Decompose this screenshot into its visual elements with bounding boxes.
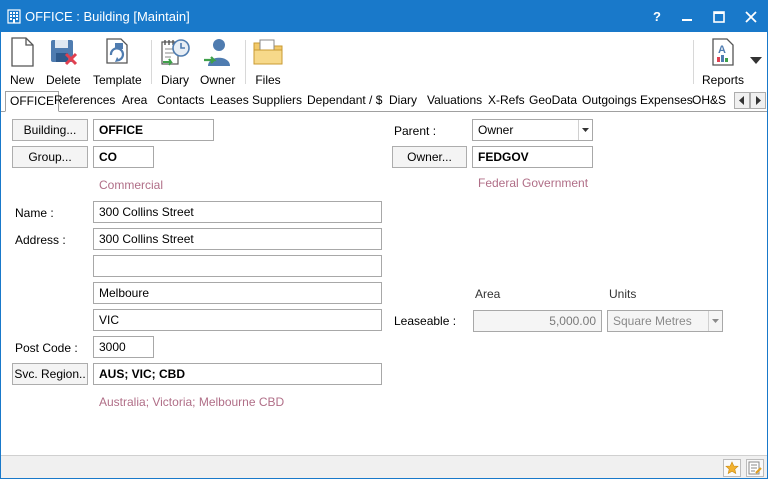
minimize-icon xyxy=(682,18,692,21)
name-field[interactable]: 300 Collins Street xyxy=(93,201,382,223)
help-icon: ? xyxy=(653,9,661,24)
units-select[interactable]: Square Metres xyxy=(607,310,723,332)
owner-code-field[interactable]: FEDGOV xyxy=(472,146,593,168)
leaseable-label: Leaseable : xyxy=(394,314,457,328)
tab-dependant[interactable]: Dependant / $ xyxy=(307,93,382,107)
tab-diary[interactable]: Diary xyxy=(389,93,417,107)
building-button[interactable]: Building... xyxy=(12,119,88,141)
reports-dropdown-button[interactable] xyxy=(749,54,763,68)
leaseable-area-field[interactable]: 5,000.00 xyxy=(473,310,602,332)
owner-lookup-button[interactable]: Owner... xyxy=(392,146,467,168)
tab-strip: OFFICE References Area Contacts Leases S… xyxy=(1,90,767,112)
post-code-field[interactable]: 3000 xyxy=(93,336,154,358)
address-line-1-field[interactable]: 300 Collins Street xyxy=(93,228,382,250)
template-icon xyxy=(106,38,128,64)
tab-scroll-left-button[interactable] xyxy=(734,92,750,109)
chevron-right-icon xyxy=(756,96,761,105)
group-button[interactable]: Group... xyxy=(12,146,88,168)
owner-icon xyxy=(203,39,230,66)
maximize-button[interactable] xyxy=(704,1,734,32)
status-bar xyxy=(1,455,767,478)
toolbar: New Delete Template Diary Owner Files A … xyxy=(1,32,767,90)
svc-region-field[interactable]: AUS; VIC; CBD xyxy=(93,363,382,385)
diary-icon xyxy=(161,39,190,66)
tab-outgoings-expenses[interactable]: Outgoings Expenses xyxy=(582,93,693,107)
template-button[interactable]: Template xyxy=(93,36,142,87)
reports-button[interactable]: A Reports xyxy=(702,36,744,87)
delete-button[interactable]: Delete xyxy=(46,36,81,87)
address-line-2-field[interactable] xyxy=(93,255,382,277)
tab-ohs[interactable]: OH&S xyxy=(692,93,726,107)
toolbar-separator xyxy=(245,40,246,84)
post-code-label: Post Code : xyxy=(15,341,78,355)
notes-button[interactable] xyxy=(746,459,764,477)
office-tab-panel: Building... OFFICE Group... CO Commercia… xyxy=(1,112,767,455)
minimize-button[interactable] xyxy=(672,1,702,32)
building-maintain-window: OFFICE : Building [Maintain] ? New Delet… xyxy=(0,0,768,479)
building-code-field[interactable]: OFFICE xyxy=(93,119,214,141)
new-document-icon xyxy=(11,37,34,67)
address-label: Address : xyxy=(15,233,66,247)
dropdown-arrow[interactable] xyxy=(708,311,722,331)
new-button[interactable]: New xyxy=(6,36,38,87)
owner-description: Federal Government xyxy=(478,176,589,190)
svc-region-button[interactable]: Svc. Region.. xyxy=(12,363,88,385)
svc-region-description: Australia; Victoria; Melbourne CBD xyxy=(99,395,285,409)
files-folder-icon xyxy=(253,39,283,65)
tab-office[interactable]: OFFICE xyxy=(5,91,59,112)
svg-text:A: A xyxy=(718,44,726,56)
group-code-field[interactable]: CO xyxy=(93,146,154,168)
reports-icon: A xyxy=(712,38,734,66)
files-button[interactable]: Files xyxy=(252,36,284,87)
building-app-icon xyxy=(7,9,21,24)
group-description: Commercial xyxy=(99,178,164,192)
tab-area[interactable]: Area xyxy=(122,93,147,107)
name-label: Name : xyxy=(15,206,54,220)
chevron-left-icon xyxy=(739,96,744,105)
tab-suppliers[interactable]: Suppliers xyxy=(252,93,302,107)
units-column-header: Units xyxy=(609,287,637,301)
close-button[interactable] xyxy=(736,1,766,32)
parent-select-value: Owner xyxy=(478,123,514,137)
chevron-down-icon xyxy=(750,57,762,64)
window-title: OFFICE : Building [Maintain] xyxy=(25,9,190,24)
address-line-4-field[interactable]: VIC xyxy=(93,309,382,331)
title-bar: OFFICE : Building [Maintain] ? xyxy=(1,1,767,32)
area-column-header: Area xyxy=(475,287,501,301)
tab-references[interactable]: References xyxy=(54,93,115,107)
tab-geodata[interactable]: GeoData xyxy=(529,93,577,107)
chevron-down-icon xyxy=(582,128,589,132)
units-select-value: Square Metres xyxy=(613,314,692,328)
help-button[interactable]: ? xyxy=(642,1,672,32)
diary-button[interactable]: Diary xyxy=(159,36,191,87)
close-icon xyxy=(745,10,757,23)
tab-leases[interactable]: Leases xyxy=(210,93,249,107)
toolbar-separator xyxy=(693,40,694,84)
tab-x-refs[interactable]: X-Refs xyxy=(488,93,525,107)
tab-valuations[interactable]: Valuations xyxy=(427,93,482,107)
owner-button[interactable]: Owner xyxy=(200,36,235,87)
parent-select[interactable]: Owner xyxy=(472,119,593,141)
favourite-button[interactable] xyxy=(723,459,741,477)
chevron-down-icon xyxy=(712,319,719,323)
delete-icon xyxy=(51,40,78,66)
tab-scroll-right-button[interactable] xyxy=(750,92,766,109)
address-line-3-field[interactable]: Melboure xyxy=(93,282,382,304)
dropdown-arrow[interactable] xyxy=(578,120,592,140)
notes-edit-icon xyxy=(748,461,762,475)
maximize-icon xyxy=(713,10,725,23)
parent-label: Parent : xyxy=(394,124,437,138)
star-icon xyxy=(725,461,739,475)
tab-contacts[interactable]: Contacts xyxy=(157,93,204,107)
toolbar-separator xyxy=(151,40,152,84)
